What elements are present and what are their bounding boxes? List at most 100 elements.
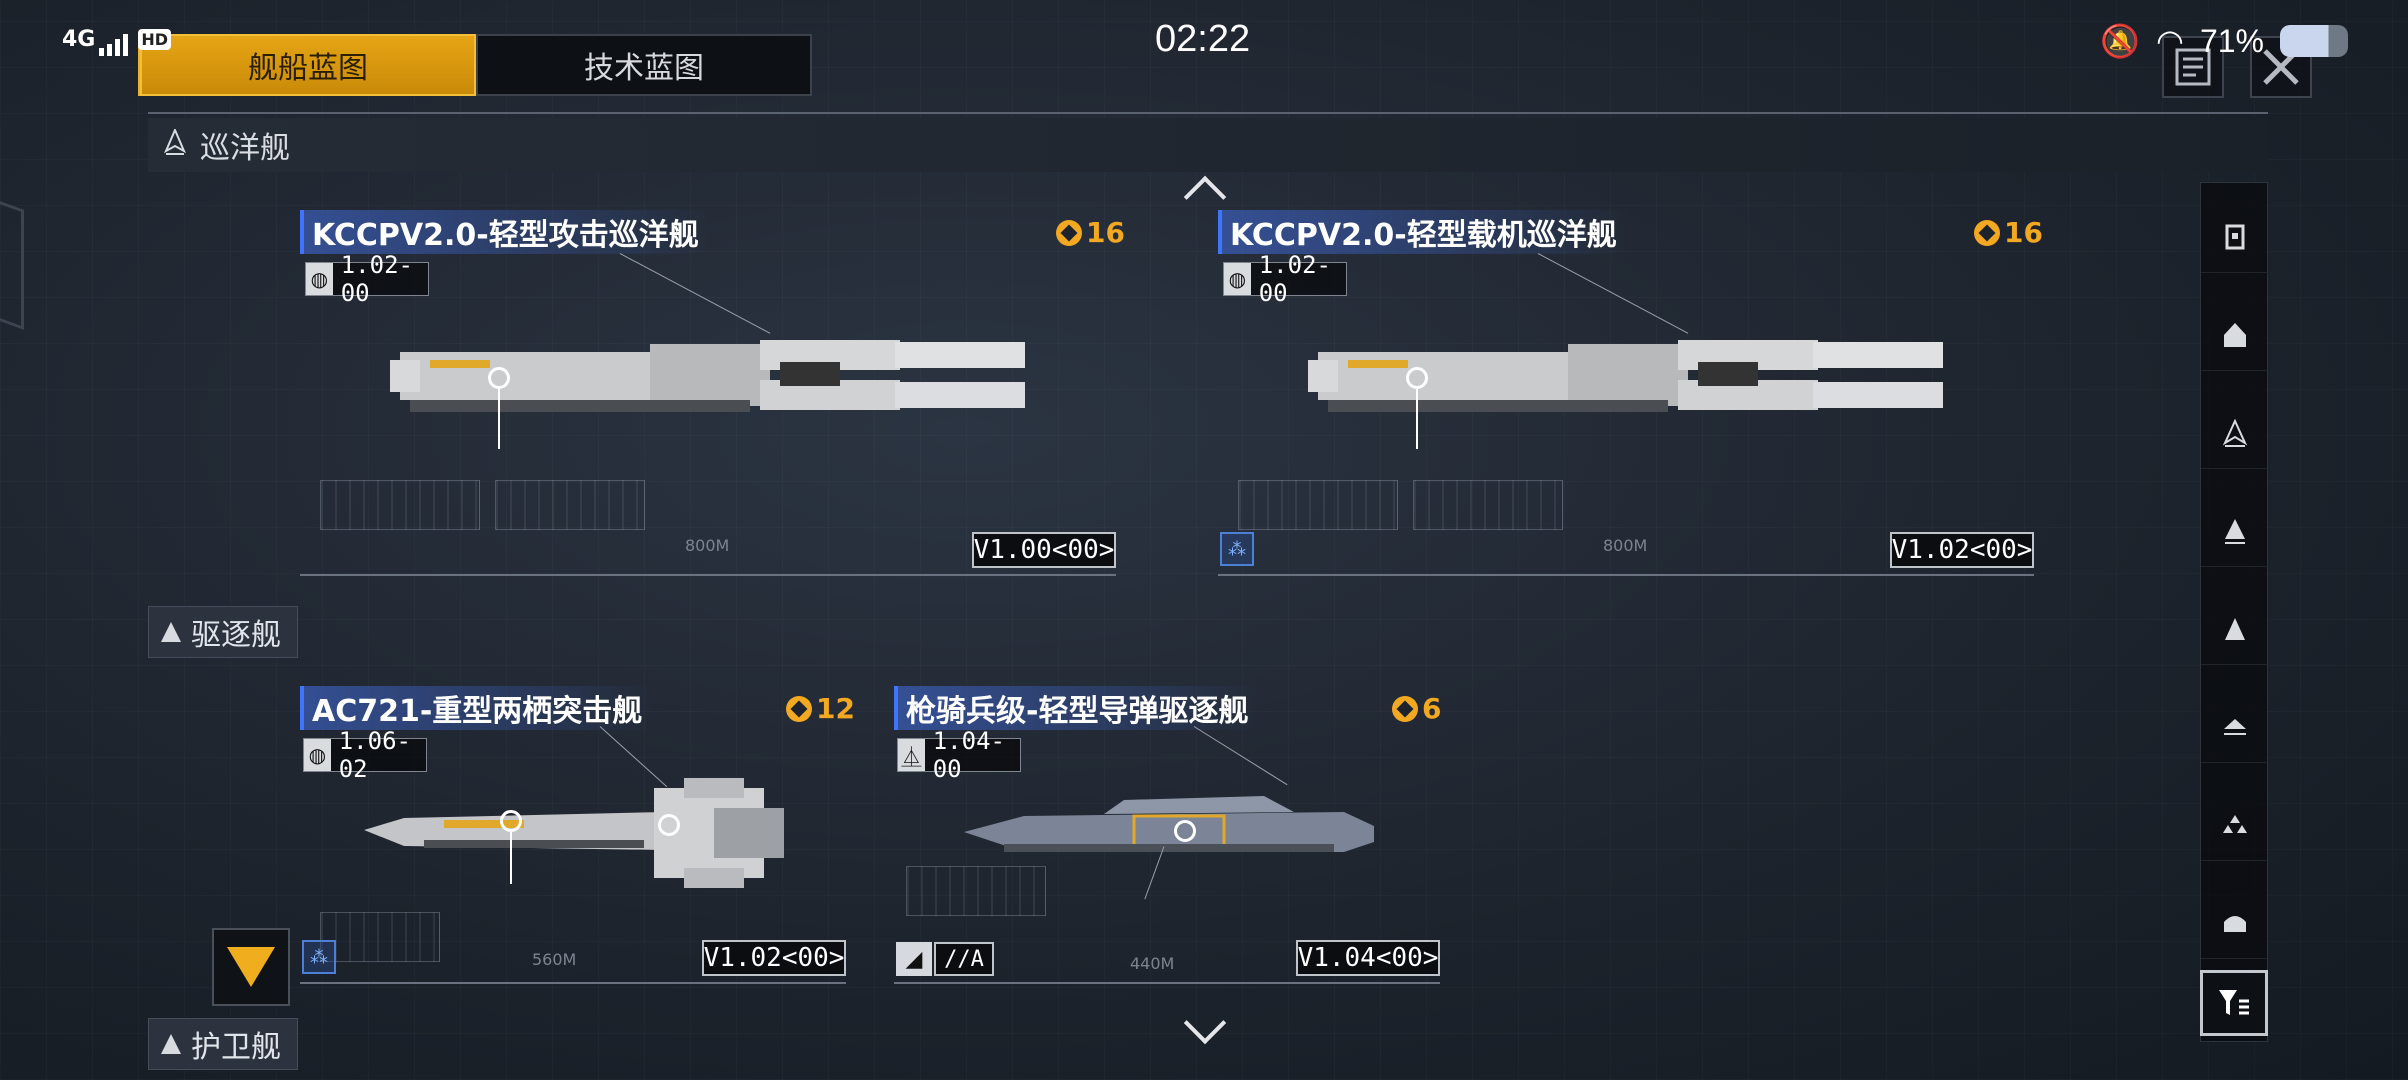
cruiser-icon — [2222, 418, 2248, 447]
hull-type-icon: ◢ — [896, 942, 932, 976]
ship-cost: 16 — [1974, 216, 2043, 249]
filter-frigate[interactable] — [2201, 593, 2269, 665]
clock: 02:22 — [1155, 18, 1251, 60]
signal-icon — [99, 32, 129, 56]
cost-value: 16 — [2004, 216, 2043, 249]
filter-corvette[interactable] — [2201, 691, 2269, 763]
battleship-icon — [2224, 322, 2246, 347]
globe-icon: ◍ — [1224, 263, 1251, 295]
cost-icon — [1056, 219, 1082, 246]
schematic-view — [1413, 480, 1563, 530]
network-indicator: 4G HD — [62, 22, 172, 56]
frigate-class-icon — [161, 1034, 181, 1054]
blueprint-version-tag: V1.02<00> — [702, 940, 846, 976]
section-destroyer-label: 驱逐舰 — [191, 618, 281, 653]
destroyer-icon — [2225, 518, 2245, 544]
quick-filter-button[interactable] — [212, 928, 290, 1006]
schematic-view — [906, 866, 1046, 916]
version-badge: ◍ 1.02-00 — [305, 251, 430, 307]
filter-destroyer[interactable] — [2201, 495, 2269, 567]
ship-length: 800M — [1603, 536, 1648, 555]
blueprint-version-tag: V1.00<00> — [972, 532, 1116, 568]
fighter-icon — [2223, 814, 2247, 833]
section-destroyer-header: 驱逐舰 — [148, 606, 298, 658]
structure-icon — [2224, 915, 2246, 932]
hd-badge: HD — [138, 28, 172, 50]
version-value: 1.02-00 — [1258, 251, 1331, 307]
version-badge: ◍ 1.06-02 — [303, 727, 428, 783]
blueprint-version-tag: V1.04<00> — [1296, 940, 1440, 976]
filter-fighter[interactable] — [2201, 789, 2269, 861]
system-indicators: 🔕 ◠ 71% — [2100, 22, 2348, 60]
cost-value: 6 — [1422, 692, 1442, 725]
ship-cost: 6 — [1392, 692, 1441, 725]
cost-icon — [1974, 219, 2000, 246]
card-baseline — [300, 982, 846, 984]
ship-name: KCCPV2.0-轻型载机巡洋舰 — [1218, 210, 1627, 254]
section-frigate-header: 护卫舰 — [148, 1018, 298, 1070]
ship-name: AC721-重型两栖突击舰 — [300, 686, 653, 730]
ship-cost: 12 — [786, 692, 855, 725]
filter-cruiser[interactable] — [2201, 397, 2269, 469]
frigate-icon — [2225, 617, 2245, 640]
filter-other[interactable] — [2201, 887, 2269, 959]
marker-leader — [1416, 389, 1418, 449]
cost-value: 12 — [816, 692, 855, 725]
globe-icon: ◍ — [306, 263, 333, 295]
version-value: 1.04-00 — [932, 727, 1005, 783]
battery-percent: 71% — [2199, 22, 2264, 59]
ship-class-filter-bar — [2200, 182, 2269, 1042]
name-leader-line — [1193, 726, 1288, 786]
hardpoint-marker — [658, 814, 680, 836]
carrier-icon — [2225, 224, 2245, 249]
marker-leader — [498, 389, 500, 449]
battery-icon — [2280, 25, 2348, 57]
corvette-icon — [2224, 718, 2246, 735]
blueprint-version-tag: V1.02<00> — [1890, 532, 2034, 568]
ship-model-image — [1308, 340, 1943, 412]
marker-leader — [510, 832, 512, 884]
ship-icon: ⏅ — [898, 739, 925, 771]
section-cruiser-header: 巡洋舰 — [148, 118, 2268, 172]
hull-code: //A — [934, 942, 994, 976]
wifi-icon: ◠ — [2156, 23, 2184, 59]
mute-icon: 🔕 — [2100, 23, 2141, 59]
filter-carrier[interactable] — [2201, 201, 2269, 273]
filter-battleship[interactable] — [2201, 299, 2269, 371]
hardpoint-marker — [1174, 820, 1196, 842]
frame-decoration — [0, 190, 24, 330]
filter-triangle-icon — [227, 947, 275, 987]
ship-name: KCCPV2.0-轻型攻击巡洋舰 — [300, 210, 709, 254]
section-frigate-label: 护卫舰 — [191, 1030, 281, 1065]
hardpoint-marker — [500, 810, 522, 832]
schematic-view — [320, 912, 440, 962]
ship-length: 800M — [685, 536, 730, 555]
section-cruiser-label: 巡洋舰 — [200, 131, 290, 166]
cost-value: 16 — [1086, 216, 1125, 249]
filter-icon[interactable] — [2200, 970, 2268, 1036]
card-baseline — [300, 574, 1116, 576]
globe-icon: ◍ — [304, 739, 331, 771]
blueprint-type-icon: ⁂ — [1220, 532, 1254, 566]
schematic-view — [1238, 480, 1398, 530]
ship-length: 440M — [1130, 954, 1175, 973]
cost-icon — [786, 695, 812, 722]
ship-model-image — [364, 778, 784, 888]
network-label: 4G — [62, 26, 96, 52]
schematic-view — [495, 480, 645, 530]
schematic-view — [320, 480, 480, 530]
section-divider — [148, 112, 2268, 114]
card-baseline — [1218, 574, 2034, 576]
hardpoint-marker — [1406, 367, 1428, 389]
cruiser-class-icon — [163, 126, 187, 163]
card-baseline — [894, 982, 1440, 984]
scroll-down-icon[interactable] — [1183, 1001, 1227, 1045]
version-badge: ◍ 1.02-00 — [1223, 251, 1348, 307]
cost-icon — [1392, 695, 1418, 722]
ship-cost: 16 — [1056, 216, 1125, 249]
version-value: 1.02-00 — [340, 251, 413, 307]
ship-length: 560M — [532, 950, 577, 969]
destroyer-class-icon — [161, 622, 181, 642]
ship-name: 枪骑兵级-轻型导弹驱逐舰 — [894, 686, 1259, 730]
blueprint-type-icon: ⁂ — [302, 940, 336, 974]
